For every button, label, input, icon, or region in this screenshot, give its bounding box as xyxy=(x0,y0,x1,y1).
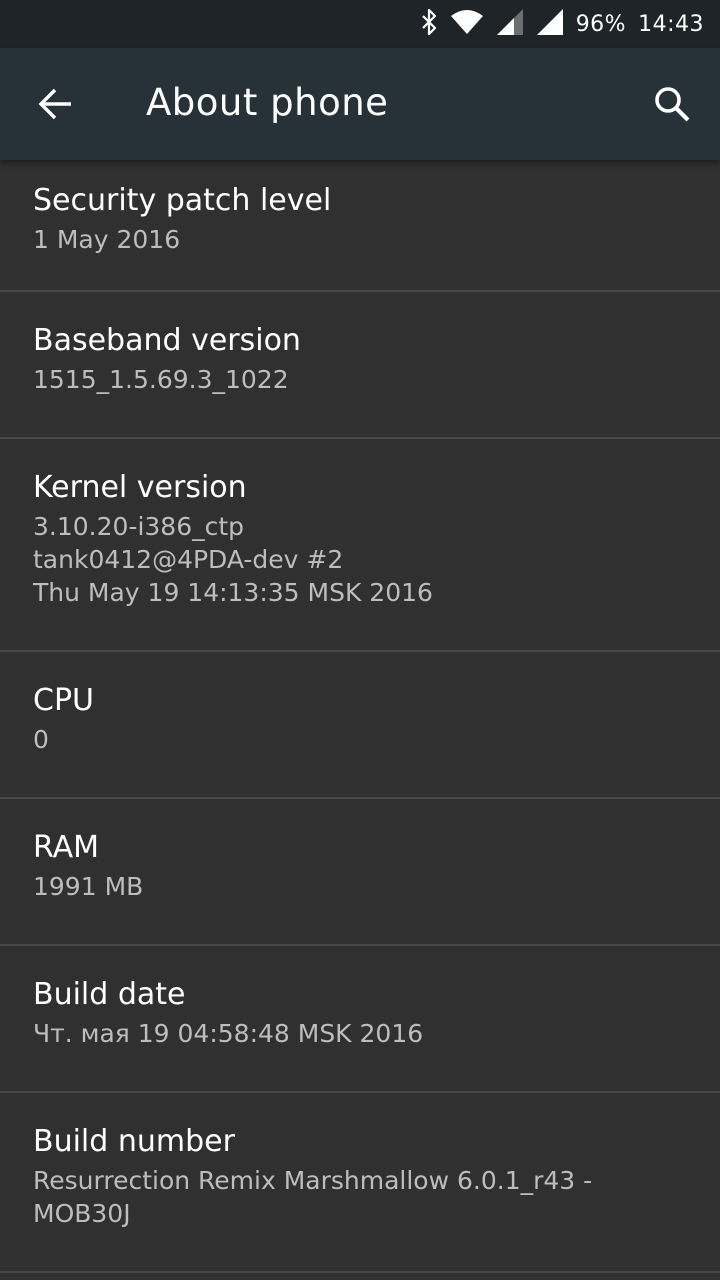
item-title: Kernel version xyxy=(33,470,247,505)
search-icon xyxy=(653,85,691,127)
page-title: About phone xyxy=(146,81,389,124)
list-item-security-patch-level[interactable]: Security patch level 1 May 2016 xyxy=(0,160,720,292)
settings-list: Security patch level 1 May 2016 Baseband… xyxy=(0,160,720,1280)
back-button[interactable] xyxy=(28,78,84,134)
list-item-kernel-version[interactable]: Kernel version 3.10.20-i386_ctp tank0412… xyxy=(0,439,720,652)
item-summary: Resurrection Remix Marshmallow 6.0.1_r43… xyxy=(33,1166,593,1228)
list-item-cpu[interactable]: CPU 0 xyxy=(0,652,720,799)
item-summary: Чт. мая 19 04:58:48 MSK 2016 xyxy=(33,1019,424,1048)
item-title: Build date xyxy=(33,977,186,1012)
signal-icon xyxy=(536,8,564,40)
list-item-build-date[interactable]: Build date Чт. мая 19 04:58:48 MSK 2016 xyxy=(0,946,720,1093)
item-title: Security patch level xyxy=(33,183,332,218)
list-item-build-number[interactable]: Build number Resurrection Remix Marshmal… xyxy=(0,1093,720,1273)
battery-percent: 96% xyxy=(575,11,627,37)
item-title: Baseband version xyxy=(33,323,301,358)
item-summary: 1515_1.5.69.3_1022 xyxy=(33,365,289,394)
item-summary: 0 xyxy=(33,725,49,754)
search-button[interactable] xyxy=(640,78,704,134)
item-title: Build number xyxy=(33,1124,235,1159)
list-item-ram[interactable]: RAM 1991 MB xyxy=(0,799,720,946)
item-summary: 3.10.20-i386_ctp tank0412@4PDA-dev #2 Th… xyxy=(33,512,433,607)
list-item-baseband-version[interactable]: Baseband version 1515_1.5.69.3_1022 xyxy=(0,292,720,439)
bluetooth-icon xyxy=(420,8,438,40)
app-bar: About phone xyxy=(0,48,720,160)
arrow-back-icon xyxy=(38,86,74,126)
item-title: RAM xyxy=(33,830,100,865)
item-summary: 1 May 2016 xyxy=(33,225,181,254)
wifi-icon xyxy=(450,9,484,39)
item-summary: 1991 MB xyxy=(33,872,144,901)
clock: 14:43 xyxy=(638,11,704,37)
status-bar: 96% 14:43 xyxy=(0,0,720,48)
signal-icon xyxy=(496,8,524,40)
item-title: CPU xyxy=(33,683,94,718)
